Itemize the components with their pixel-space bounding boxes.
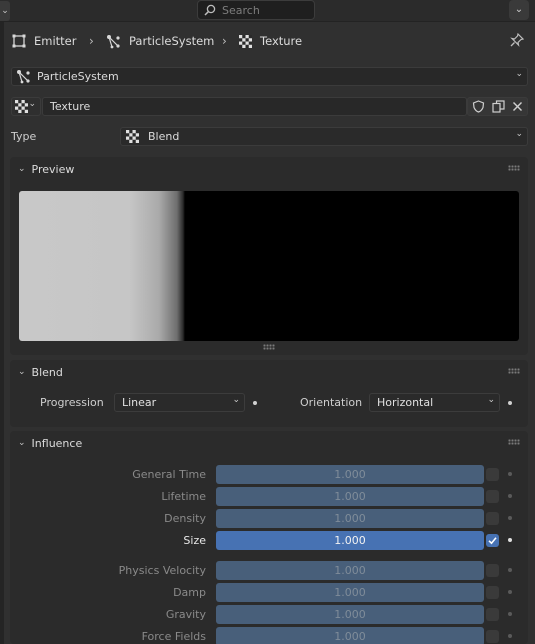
resize-handle-icon[interactable] xyxy=(263,344,275,350)
orientation-label: Orientation xyxy=(300,396,363,409)
size-checkbox[interactable] xyxy=(486,534,499,547)
preview-panel-header[interactable]: ⌄ Preview xyxy=(10,157,528,181)
texture-preview-image xyxy=(19,191,519,341)
keyframe-dot-icon[interactable] xyxy=(508,401,512,405)
keyframe-dot-icon[interactable] xyxy=(508,590,512,594)
texture-browse-button[interactable]: ⌄ xyxy=(11,97,41,116)
drag-handle-icon[interactable] xyxy=(508,439,520,445)
blend-panel-title: Blend xyxy=(31,365,63,379)
physics-velocity-checkbox[interactable] xyxy=(486,564,499,577)
progression-value: Linear xyxy=(122,396,157,409)
type-dropdown[interactable]: Blend ⌄ xyxy=(120,127,528,146)
chevron-down-icon: ⌄ xyxy=(232,395,240,405)
influence-panel-header[interactable]: ⌄ Influence xyxy=(10,431,528,455)
breadcrumb-separator-icon: › xyxy=(89,34,94,48)
breadcrumb-emitter[interactable]: Emitter xyxy=(12,30,77,52)
keyframe-dot-icon[interactable] xyxy=(508,538,512,542)
keyframe-dot-icon[interactable] xyxy=(508,634,512,638)
preview-panel-title: Preview xyxy=(31,162,75,176)
gravity-label: Gravity xyxy=(165,608,206,621)
gravity-slider[interactable]: 1.000 xyxy=(216,605,484,624)
blend-panel-header[interactable]: ⌄ Blend xyxy=(10,360,528,384)
force-fields-label: Force Fields xyxy=(141,630,206,643)
keyframe-dot-icon[interactable] xyxy=(508,568,512,572)
orientation-dropdown[interactable]: Horizontal ⌄ xyxy=(369,393,500,412)
texture-icon xyxy=(15,100,28,113)
texture-icon xyxy=(126,130,139,143)
keyframe-dot-icon[interactable] xyxy=(508,472,512,476)
search-input[interactable]: Search xyxy=(197,0,315,20)
influence-panel-title: Influence xyxy=(31,436,83,450)
general-time-label: General Time xyxy=(132,468,206,481)
keyframe-dot-icon[interactable] xyxy=(253,401,257,405)
keyframe-dot-icon[interactable] xyxy=(508,516,512,520)
type-label: Type xyxy=(11,130,37,143)
lifetime-checkbox[interactable] xyxy=(486,490,499,503)
damp-checkbox[interactable] xyxy=(486,586,499,599)
close-icon[interactable] xyxy=(512,101,523,112)
damp-label: Damp xyxy=(173,586,206,599)
breadcrumb-particle-system[interactable]: ParticleSystem xyxy=(106,30,214,52)
texture-name-value: Texture xyxy=(50,100,91,113)
force-fields-slider[interactable]: 1.000 xyxy=(216,627,484,644)
density-slider[interactable]: 1.000 xyxy=(216,509,484,528)
editor-edge xyxy=(0,0,4,644)
general-time-slider[interactable]: 1.000 xyxy=(216,465,484,484)
force-fields-checkbox[interactable] xyxy=(486,630,499,643)
pin-icon[interactable] xyxy=(510,33,524,47)
progression-dropdown[interactable]: Linear ⌄ xyxy=(114,393,245,412)
breadcrumb-texture-label: Texture xyxy=(260,34,303,48)
general-time-checkbox[interactable] xyxy=(486,468,499,481)
lifetime-label: Lifetime xyxy=(161,490,206,503)
lifetime-slider[interactable]: 1.000 xyxy=(216,487,484,506)
search-placeholder: Search xyxy=(222,3,260,17)
particles-icon xyxy=(17,70,30,84)
texture-icon xyxy=(239,34,252,48)
texture-name-field[interactable]: Texture xyxy=(42,97,467,116)
particles-icon xyxy=(107,34,120,48)
size-slider[interactable]: 1.000 xyxy=(216,531,484,550)
search-icon xyxy=(204,4,216,16)
progression-label: Progression xyxy=(40,396,104,409)
physics-velocity-slider[interactable]: 1.000 xyxy=(216,561,484,580)
chevron-down-icon: ⌄ xyxy=(18,164,26,174)
keyframe-dot-icon[interactable] xyxy=(508,494,512,498)
drag-handle-icon[interactable] xyxy=(508,165,520,171)
chevron-down-icon: ⌄ xyxy=(18,367,26,377)
chevron-down-icon: ⌄ xyxy=(515,129,523,139)
damp-slider[interactable]: 1.000 xyxy=(216,583,484,602)
chevron-down-icon: ⌄ xyxy=(487,395,495,405)
breadcrumb-texture[interactable]: Texture xyxy=(239,30,302,52)
density-checkbox[interactable] xyxy=(486,512,499,525)
breadcrumb-emitter-label: Emitter xyxy=(34,34,77,48)
drag-handle-icon[interactable] xyxy=(508,368,520,374)
keyframe-dot-icon[interactable] xyxy=(508,612,512,616)
breadcrumb-particle-system-label: ParticleSystem xyxy=(129,34,215,48)
chevron-down-icon: ⌄ xyxy=(28,99,36,109)
density-label: Density xyxy=(164,512,206,525)
orientation-value: Horizontal xyxy=(377,396,434,409)
options-dropdown-button[interactable]: ⌄ xyxy=(509,0,529,20)
particle-system-dropdown[interactable]: ParticleSystem ⌄ xyxy=(11,67,528,86)
chevron-down-icon: ⌄ xyxy=(515,69,523,79)
chevron-down-icon: ⌄ xyxy=(18,438,26,448)
duplicate-icon[interactable] xyxy=(492,100,505,113)
particle-system-value: ParticleSystem xyxy=(37,70,119,83)
type-value: Blend xyxy=(148,130,180,143)
gravity-checkbox[interactable] xyxy=(486,608,499,621)
object-icon xyxy=(12,34,26,48)
fake-user-shield-icon[interactable] xyxy=(472,100,485,113)
chevron-down-icon[interactable]: ⌄ xyxy=(0,1,10,21)
breadcrumb-separator-icon: › xyxy=(222,34,227,48)
checkmark-icon xyxy=(488,537,497,545)
texture-actions xyxy=(467,97,528,116)
size-label: Size xyxy=(183,534,206,547)
physics-velocity-label: Physics Velocity xyxy=(118,564,206,577)
